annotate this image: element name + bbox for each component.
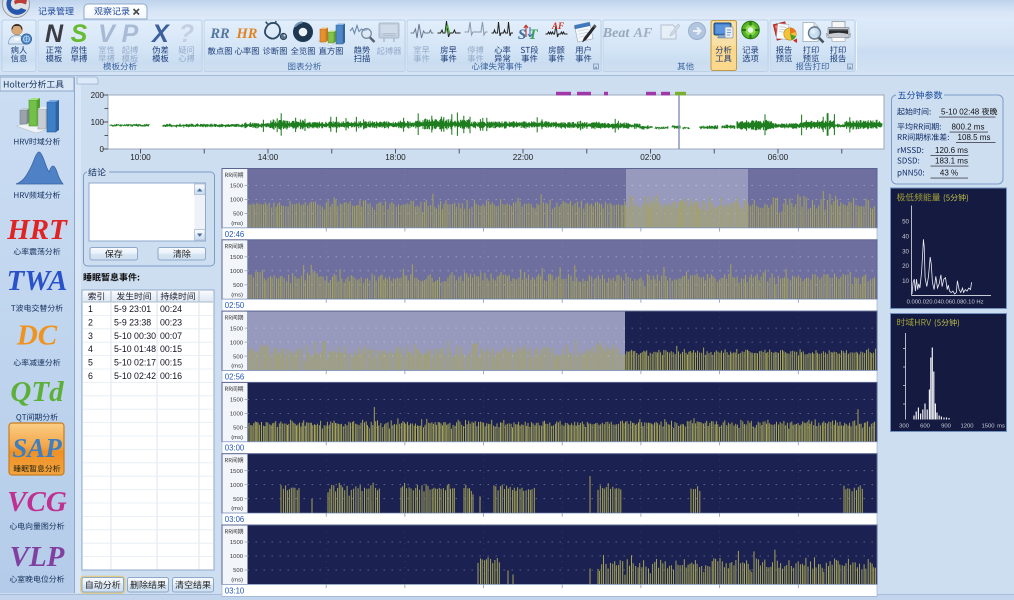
svg-text:900: 900: [941, 424, 952, 430]
svg-text:5-10 02:42: 5-10 02:42: [114, 371, 156, 381]
svg-text:10: 10: [902, 278, 909, 285]
svg-text:18:00: 18:00: [385, 153, 406, 162]
svg-text:1500: 1500: [230, 184, 244, 190]
svg-text:1000: 1000: [230, 269, 244, 275]
svg-text:1500: 1500: [981, 424, 995, 430]
svg-text:SAP: SAP: [12, 433, 62, 463]
svg-text:800.2 ms: 800.2 ms: [952, 123, 985, 132]
svg-text:5-9 23:38: 5-9 23:38: [114, 317, 151, 327]
svg-text:S: S: [518, 27, 526, 43]
svg-text:5-10 01:48: 5-10 01:48: [114, 344, 156, 354]
svg-text:02:56: 02:56: [225, 372, 245, 381]
svg-text:Beat: Beat: [602, 26, 631, 41]
svg-text:5-10 02:17: 5-10 02:17: [114, 358, 156, 368]
svg-text:TWA: TWA: [7, 265, 68, 297]
svg-text:(ms): (ms): [231, 435, 243, 441]
svg-text:1000: 1000: [230, 340, 244, 346]
svg-text:N: N: [45, 20, 64, 48]
svg-text:03:06: 03:06: [225, 515, 245, 524]
svg-text:500: 500: [233, 426, 244, 432]
svg-text:QTd: QTd: [10, 376, 64, 408]
svg-text:500: 500: [233, 568, 244, 574]
svg-text:(ms): (ms): [231, 578, 243, 584]
svg-text:02:50: 02:50: [225, 301, 245, 310]
svg-text:(ms): (ms): [231, 364, 243, 370]
svg-text:1000: 1000: [230, 198, 244, 204]
svg-text:0.06: 0.06: [941, 300, 953, 306]
svg-text:1500: 1500: [230, 398, 244, 404]
svg-text:10:00: 10:00: [130, 153, 151, 162]
svg-text:1500: 1500: [230, 469, 244, 475]
svg-text:1500: 1500: [230, 326, 244, 332]
svg-text:5-10 02:48: 5-10 02:48: [941, 108, 980, 117]
svg-text:(ms): (ms): [231, 221, 243, 227]
svg-text:50: 50: [902, 219, 909, 226]
svg-text:AF: AF: [551, 21, 564, 31]
svg-text:00:16: 00:16: [160, 371, 182, 381]
svg-text:00:24: 00:24: [160, 304, 182, 314]
svg-text:00:07: 00:07: [160, 331, 182, 341]
svg-text:V: V: [98, 20, 117, 48]
svg-text:1500: 1500: [230, 255, 244, 261]
svg-text:02:46: 02:46: [225, 230, 245, 239]
svg-text:ms: ms: [997, 424, 1005, 430]
svg-text:120.6 ms: 120.6 ms: [935, 146, 968, 155]
svg-text:VLP: VLP: [10, 541, 65, 573]
svg-text:0.10: 0.10: [963, 300, 975, 306]
svg-text:40: 40: [902, 234, 909, 241]
svg-text:183.1 ms: 183.1 ms: [935, 157, 968, 166]
svg-text:1500: 1500: [230, 540, 244, 546]
svg-text:300: 300: [899, 424, 910, 430]
svg-text:RR: RR: [209, 26, 230, 42]
svg-text:AF: AF: [633, 26, 653, 41]
svg-text:500: 500: [233, 283, 244, 289]
svg-text:6: 6: [88, 371, 93, 381]
svg-text:03:00: 03:00: [225, 444, 245, 453]
svg-text:P: P: [122, 20, 139, 48]
svg-text:1000: 1000: [230, 483, 244, 489]
svg-text:30: 30: [902, 248, 909, 255]
svg-text:?: ?: [179, 20, 194, 48]
svg-text:4: 4: [88, 344, 93, 354]
svg-text:5-10 00:30: 5-10 00:30: [114, 331, 156, 341]
svg-text:00:15: 00:15: [160, 358, 182, 368]
svg-text:S: S: [71, 20, 88, 48]
svg-text:(ms): (ms): [231, 292, 243, 298]
svg-text:Hz: Hz: [976, 300, 983, 306]
svg-text:5-9 23:01: 5-9 23:01: [114, 304, 151, 314]
svg-text:108.5 ms: 108.5 ms: [958, 133, 991, 142]
svg-text:5: 5: [88, 358, 93, 368]
svg-text:100: 100: [91, 118, 105, 127]
svg-text:HR: HR: [236, 26, 258, 42]
svg-text:500: 500: [233, 212, 244, 218]
svg-text:02:00: 02:00: [640, 153, 661, 162]
svg-text:DC: DC: [16, 320, 58, 352]
svg-text:HRT: HRT: [6, 214, 68, 246]
svg-text:1200: 1200: [960, 424, 974, 430]
svg-text:2: 2: [88, 317, 93, 327]
svg-text:43 %: 43 %: [940, 169, 958, 178]
svg-text:14:00: 14:00: [258, 153, 279, 162]
svg-text:(ms): (ms): [231, 506, 243, 512]
svg-text:00:23: 00:23: [160, 317, 182, 327]
svg-text:20: 20: [902, 263, 909, 270]
svg-text:03:10: 03:10: [225, 586, 245, 595]
svg-text:0.02: 0.02: [918, 300, 929, 306]
svg-text:00:15: 00:15: [160, 344, 182, 354]
svg-text:06:00: 06:00: [768, 153, 789, 162]
svg-text:200: 200: [91, 91, 105, 100]
svg-text:VCG: VCG: [7, 486, 67, 518]
svg-text:X: X: [150, 20, 170, 48]
svg-text:600: 600: [920, 424, 931, 430]
svg-text:500: 500: [233, 354, 244, 360]
svg-text:1000: 1000: [230, 554, 244, 560]
svg-text:22:00: 22:00: [513, 153, 534, 162]
svg-text:500: 500: [233, 497, 244, 503]
svg-text:1: 1: [88, 304, 93, 314]
svg-text:3: 3: [88, 331, 93, 341]
svg-text:1000: 1000: [230, 412, 244, 418]
